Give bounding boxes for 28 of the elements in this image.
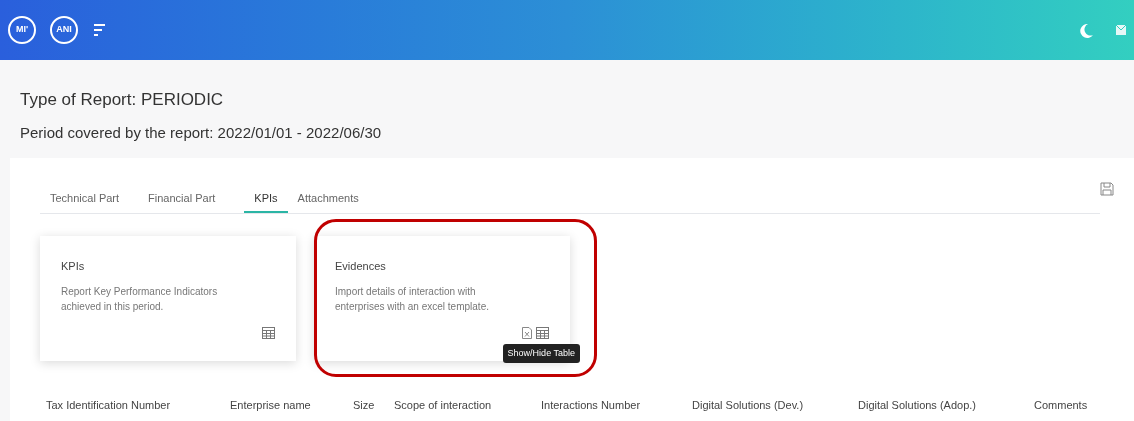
menu-icon[interactable]: [94, 23, 106, 37]
tab[interactable]: Attachments: [297, 190, 359, 213]
column-header: Enterprise name: [229, 397, 312, 413]
report-period: Period covered by the report: 2022/01/01 - 2022/06/30: [20, 122, 383, 143]
column-header: Tax Identification Number: [45, 397, 172, 413]
tab[interactable]: KPIs: [244, 190, 288, 213]
column-header: Scope of interaction: [393, 397, 493, 413]
card-description: Report Key Performance Indicators achieved in this period.: [61, 285, 219, 314]
tab[interactable]: Technical Part: [50, 190, 120, 213]
card-title: KPIs: [61, 258, 86, 274]
tooltip: Show/Hide Table: [502, 343, 580, 363]
tab[interactable]: Financial Part: [148, 190, 216, 213]
column-header: Digital Solutions (Adop.): [857, 397, 977, 413]
card-description: Import details of interaction with enterprises with an excel template.: [335, 285, 490, 314]
excel-file-icon[interactable]: [522, 326, 532, 339]
column-header: Digital Solutions (Dev.): [691, 397, 805, 413]
logo-badge: ANI: [50, 16, 78, 44]
logo-badge: MI': [8, 16, 36, 44]
column-header: Interactions Number: [540, 397, 642, 413]
save-icon[interactable]: [1100, 182, 1114, 196]
card-title: Evidences: [335, 258, 387, 274]
table-icon[interactable]: [262, 326, 275, 339]
mail-icon[interactable]: [1116, 24, 1126, 36]
report-type: Type of Report: PERIODIC: [20, 89, 225, 111]
column-header: Size: [352, 397, 376, 413]
table-icon[interactable]: [536, 326, 549, 339]
column-header: Comments: [1033, 397, 1089, 413]
moon-icon[interactable]: [1080, 22, 1094, 38]
